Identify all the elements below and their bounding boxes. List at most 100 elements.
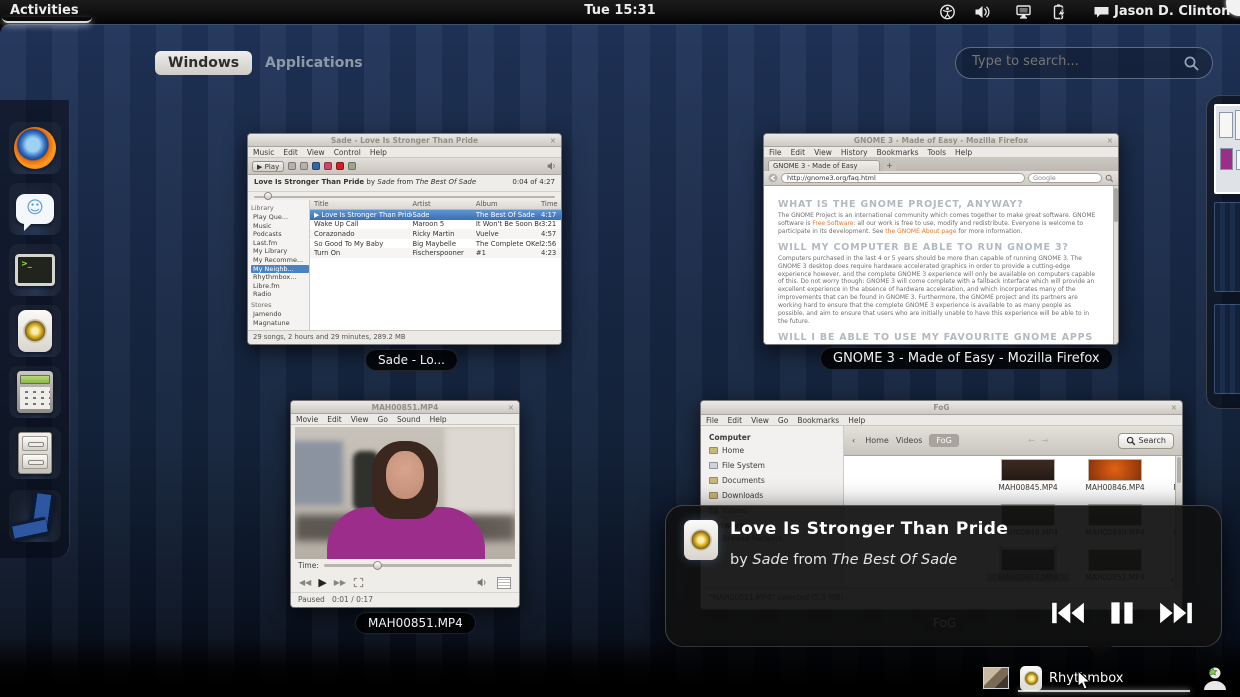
window-firefox[interactable]: GNOME 3 - Made of Easy - Mozilla Firefox… (763, 133, 1119, 345)
sidebar-item[interactable]: Rhythmbox... (251, 273, 309, 282)
menu-edit[interactable]: Edit (728, 416, 743, 425)
sidebar-item[interactable]: My Library (251, 247, 309, 256)
link-gnome-about-page[interactable]: the GNOME About page (885, 228, 956, 235)
browse-toggle[interactable] (312, 162, 320, 170)
accessibility-icon[interactable] (939, 4, 956, 20)
search-go-icon[interactable] (1105, 174, 1114, 183)
menu-help[interactable]: Help (430, 415, 447, 424)
menu-movie[interactable]: Movie (296, 415, 318, 424)
volume-icon[interactable] (477, 577, 488, 588)
playlist-toggle-icon[interactable] (497, 577, 511, 589)
close-icon[interactable]: × (508, 401, 514, 414)
user-menu[interactable]: Jason D. Clinton (1114, 4, 1230, 19)
sidebar-item[interactable]: Jamendo (251, 310, 309, 319)
breadcrumb-fog-active[interactable]: FoG (929, 434, 958, 447)
menu-edit[interactable]: Edit (791, 148, 806, 157)
battery-charging-icon[interactable] (1051, 4, 1068, 20)
menu-music[interactable]: Music (253, 148, 274, 157)
dock-item-calculator[interactable] (9, 366, 61, 418)
breadcrumb-videos[interactable]: Videos (896, 436, 923, 445)
dock-item-terminal[interactable]: >_ (9, 244, 61, 296)
track-row[interactable]: CorazonadoRicky MartinVuelve4:57 (310, 229, 561, 239)
menu-view[interactable]: View (814, 148, 832, 157)
sidebar-item[interactable]: Music (251, 222, 309, 231)
menu-bookmarks[interactable]: Bookmarks (797, 416, 839, 425)
previous-button[interactable]: ◀◀ (299, 578, 311, 587)
track-row-selected[interactable]: ▶ Love Is Stronger Than PrideSadeThe Bes… (310, 210, 561, 220)
menu-help[interactable]: Help (848, 416, 865, 425)
repeat-button[interactable] (288, 162, 296, 170)
user-available-icon[interactable] (1200, 664, 1230, 694)
track-list-header[interactable]: TitleArtistAlbumTime (310, 200, 561, 210)
next-track-icon[interactable] (1159, 600, 1193, 626)
track-row[interactable]: So Good To My BabyBig MaybelleThe Comple… (310, 239, 561, 249)
search-engine-field[interactable]: Google (1028, 173, 1102, 183)
track-row[interactable]: Turn OnFischerspooner#14:23 (310, 248, 561, 258)
window-rhythmbox[interactable]: Sade - Love Is Stronger Than Pride× Musi… (247, 133, 562, 345)
menu-help[interactable]: Help (370, 148, 387, 157)
record-button[interactable] (336, 162, 344, 170)
webpage-content[interactable]: WHAT IS THE GNOME PROJECT, ANYWAY? The G… (764, 186, 1113, 344)
firefox-titlebar[interactable]: GNOME 3 - Made of Easy - Mozilla Firefox… (764, 134, 1118, 147)
search-input[interactable] (970, 53, 1170, 70)
file-item[interactable]: MAH00846.MP4 (1073, 459, 1157, 492)
dock-item-firefox[interactable] (9, 122, 61, 174)
breadcrumb-home[interactable]: Home (862, 436, 889, 445)
menu-go[interactable]: Go (778, 416, 788, 425)
next-button[interactable]: ▶▶ (334, 578, 346, 587)
sidebar-place[interactable]: Documents (709, 476, 843, 485)
menu-history[interactable]: History (841, 148, 868, 157)
fullscreen-icon[interactable] (353, 577, 364, 588)
play-button[interactable]: ▶ (318, 576, 326, 589)
files-titlebar[interactable]: FoG× (701, 401, 1182, 415)
sidebar-item[interactable]: Last.fm (251, 239, 309, 248)
new-tab-button[interactable]: + (883, 161, 896, 171)
time-slider-handle[interactable] (373, 561, 382, 570)
display-icon[interactable] (1015, 4, 1032, 20)
track-row[interactable]: Wake Up CallMaroon 5It Won't Be Soon Bef… (310, 220, 561, 230)
menu-file[interactable]: File (769, 148, 782, 157)
volume-button[interactable] (547, 161, 557, 171)
sidebar-place[interactable]: File System (709, 461, 843, 470)
sidebar-place[interactable]: Home (709, 446, 843, 455)
search-box[interactable] (955, 47, 1213, 79)
nav-forward-icon[interactable]: → (1042, 436, 1049, 445)
chat-bubble-icon[interactable] (1093, 4, 1110, 20)
menu-help[interactable]: Help (955, 148, 972, 157)
close-icon[interactable]: × (1171, 401, 1177, 415)
menu-edit[interactable]: Edit (283, 148, 298, 157)
sidebar-item[interactable]: Magnatune (251, 319, 309, 328)
file-item[interactable]: MAH00845.MP4 (986, 459, 1070, 492)
tray-item-rhythmbox[interactable]: Rhythmbox (1020, 666, 1123, 691)
shuffle-button[interactable] (300, 162, 308, 170)
back-icon[interactable] (768, 173, 778, 183)
menu-sound[interactable]: Sound (397, 415, 421, 424)
menu-control[interactable]: Control (334, 148, 361, 157)
url-bar[interactable]: http://gnome3.org/faq.html (781, 173, 1025, 183)
music-notification[interactable]: Love Is Stronger Than Pride by Sade from… (665, 505, 1222, 647)
dock-item-empathy[interactable]: ☺ (9, 183, 61, 235)
tray-photo-thumbnail-icon[interactable] (983, 667, 1009, 689)
sidebar-item-selected[interactable]: My Neighb... (251, 265, 309, 274)
menu-edit[interactable]: Edit (327, 415, 342, 424)
rhythmbox-titlebar[interactable]: Sade - Love Is Stronger Than Pride× (248, 134, 561, 147)
favourite-button[interactable] (324, 162, 332, 170)
menu-view[interactable]: View (307, 148, 325, 157)
tab-applications[interactable]: Applications (265, 55, 363, 71)
menu-file[interactable]: File (706, 416, 719, 425)
menu-bookmarks[interactable]: Bookmarks (877, 148, 919, 157)
workspace-thumbnail[interactable] (1214, 304, 1240, 394)
dock-item-rhythmbox[interactable] (9, 305, 61, 357)
close-icon[interactable]: × (1107, 134, 1113, 147)
time-slider[interactable] (324, 564, 512, 567)
sidebar-place[interactable]: Downloads (709, 491, 843, 500)
workspace-thumbnail[interactable] (1214, 202, 1240, 292)
menu-go[interactable]: Go (378, 415, 388, 424)
tab-windows[interactable]: Windows (155, 51, 252, 75)
dock-item-file-manager[interactable] (9, 427, 61, 479)
sidebar-item[interactable]: Libre.fm (251, 282, 309, 291)
sidebar-item[interactable]: My Recomme... (251, 256, 309, 265)
link-free-software[interactable]: Free Software (812, 220, 853, 227)
workspace-thumbnail-active[interactable] (1214, 104, 1240, 194)
dock-item-videos[interactable] (9, 490, 61, 542)
